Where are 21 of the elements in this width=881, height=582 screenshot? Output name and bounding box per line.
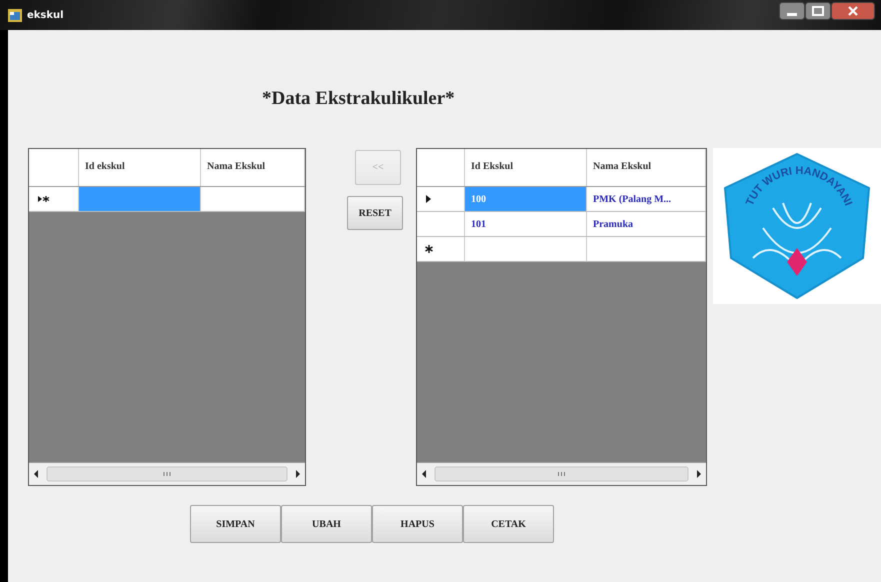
window-title: ekskul	[27, 10, 64, 20]
action-button[interactable]: SIMPAN	[190, 505, 281, 543]
table-cell[interactable]: PMK (Palang M...	[587, 187, 706, 211]
form-heading: *Data Ekstrakulikuler*	[262, 88, 455, 110]
column-header[interactable]: Nama Ekskul	[587, 149, 706, 186]
maximize-icon[interactable]	[805, 2, 831, 20]
close-icon[interactable]	[831, 2, 875, 20]
new-row-icon	[37, 194, 50, 204]
action-button[interactable]: CETAK	[463, 505, 554, 543]
side-button[interactable]: RESET	[347, 196, 403, 230]
column-header[interactable]: Id ekskul	[79, 149, 201, 186]
action-button[interactable]: UBAH	[281, 505, 372, 543]
table-cell[interactable]	[79, 187, 201, 211]
table-cell[interactable]: 101	[465, 212, 587, 236]
app-icon	[8, 8, 22, 22]
action-button[interactable]: HAPUS	[372, 505, 463, 543]
column-header[interactable]: Id Ekskul	[465, 149, 587, 186]
new-row-icon	[425, 244, 434, 254]
table-cell[interactable]: Pramuka	[587, 212, 706, 236]
minimize-icon[interactable]	[779, 2, 805, 20]
column-header[interactable]: Nama Ekskul	[201, 149, 305, 186]
